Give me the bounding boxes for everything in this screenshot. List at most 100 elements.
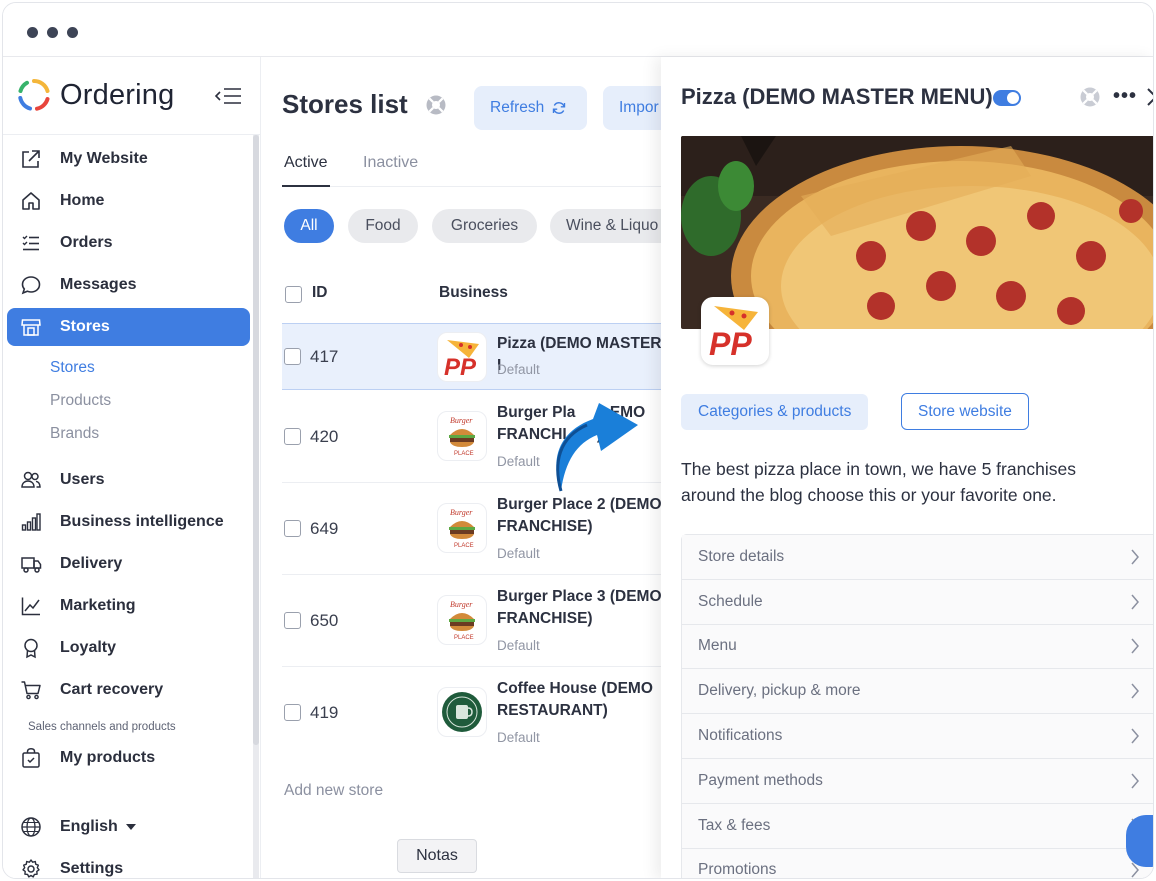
sidebar-subitem-brands[interactable]: Brands xyxy=(50,425,99,443)
sidebar-item-stores[interactable]: Stores xyxy=(7,308,250,346)
app-window: Ordering My Website Home Orders Messages… xyxy=(2,2,1154,879)
sidebar-item-loyalty[interactable]: Loyalty xyxy=(7,629,250,667)
close-chevron-icon[interactable] xyxy=(1146,87,1154,107)
tab-active[interactable]: Active xyxy=(284,154,328,172)
sidebar-item-users[interactable]: Users xyxy=(7,461,250,499)
table-row[interactable]: 649 Burger PLACE Burger Place 2 (DEMO FRA… xyxy=(282,483,662,575)
sidebar-item-label: Home xyxy=(60,192,105,209)
filter-chip-food[interactable]: Food xyxy=(348,209,418,243)
cart-icon xyxy=(19,678,43,702)
window-dot-3[interactable] xyxy=(67,27,78,38)
store-website-button[interactable]: Store website xyxy=(901,393,1029,430)
svg-text:PLACE: PLACE xyxy=(454,635,474,641)
svg-text:PP: PP xyxy=(709,326,752,362)
menu-item-notifications[interactable]: Notifications xyxy=(682,714,1153,759)
table-row[interactable]: 650 Burger PLACE Burger Place 3 (DEMO FRA… xyxy=(282,575,662,667)
pizza-logo-icon: PP xyxy=(437,332,487,382)
row-checkbox[interactable] xyxy=(284,428,301,445)
add-new-store-link[interactable]: Add new store xyxy=(284,782,383,800)
sidebar-item-settings[interactable]: Settings xyxy=(7,850,250,878)
sidebar-item-messages[interactable]: Messages xyxy=(7,266,250,304)
sidebar-item-label: Stores xyxy=(60,318,110,335)
drawer-title: Pizza (DEMO MASTER MENU) xyxy=(681,84,993,109)
menu-item-label: Store details xyxy=(698,547,785,565)
chevron-right-icon xyxy=(1131,728,1139,744)
table-row[interactable]: 417 PP Pizza (DEMO MASTER I Default xyxy=(282,323,662,390)
sidebar-item-business-intelligence[interactable]: Business intelligence xyxy=(7,503,250,541)
select-all-checkbox[interactable] xyxy=(285,286,302,303)
more-options-icon[interactable]: ••• xyxy=(1113,85,1137,108)
menu-item-label: Schedule xyxy=(698,592,763,610)
sidebar-item-my-website[interactable]: My Website xyxy=(7,140,250,178)
burger-logo-icon: Burger PLACE xyxy=(437,595,487,645)
row-checkbox[interactable] xyxy=(284,704,301,721)
menu-item-label: Promotions xyxy=(698,861,777,879)
table-row[interactable]: 419 Coffee House (DEMO RESTAURANT) Defau… xyxy=(282,667,662,759)
globe-icon xyxy=(19,815,43,839)
svg-text:Burger: Burger xyxy=(450,416,473,425)
window-dot-1[interactable] xyxy=(27,27,38,38)
window-dot-2[interactable] xyxy=(47,27,58,38)
sidebar-subitem-products[interactable]: Products xyxy=(50,392,111,410)
filter-chip-groceries[interactable]: Groceries xyxy=(432,209,537,243)
svg-text:PLACE: PLACE xyxy=(454,451,474,457)
sidebar-scrollbar-thumb[interactable] xyxy=(253,135,259,745)
sidebar-item-delivery[interactable]: Delivery xyxy=(7,545,250,583)
sidebar-item-cart-recovery[interactable]: Cart recovery xyxy=(7,671,250,709)
chevron-right-icon xyxy=(1131,683,1139,699)
row-checkbox[interactable] xyxy=(284,348,301,365)
collapse-sidebar-icon[interactable] xyxy=(213,85,243,107)
refresh-button[interactable]: Refresh xyxy=(474,86,587,130)
row-id: 417 xyxy=(310,347,339,366)
bag-icon xyxy=(19,746,43,770)
categories-products-button[interactable]: Categories & products xyxy=(681,394,869,430)
column-header-id: ID xyxy=(312,284,328,301)
menu-item-label: Menu xyxy=(698,637,737,655)
filter-chip-all[interactable]: All xyxy=(284,209,334,243)
menu-item-promotions[interactable]: Promotions xyxy=(682,848,1153,879)
menu-item-tax-fees[interactable]: Tax & fees xyxy=(682,803,1153,849)
menu-item-menu[interactable]: Menu xyxy=(682,624,1153,670)
sidebar-item-my-products[interactable]: My products xyxy=(7,739,250,777)
column-header-business: Business xyxy=(439,284,508,301)
sidebar-item-label: Settings xyxy=(60,860,124,877)
support-chat-button[interactable] xyxy=(1126,815,1153,867)
list-icon xyxy=(19,231,43,255)
menu-item-delivery-pickup[interactable]: Delivery, pickup & more xyxy=(682,669,1153,715)
refresh-icon xyxy=(553,102,566,114)
menu-item-payment-methods[interactable]: Payment methods xyxy=(682,758,1153,804)
caret-down-icon xyxy=(125,824,136,830)
help-lifebuoy-icon[interactable] xyxy=(425,94,447,116)
business-name: Burger Place 2 (DEMO FRANCHISE) xyxy=(497,496,662,535)
sidebar-item-label: Messages xyxy=(60,276,137,293)
sidebar-subitem-stores[interactable]: Stores xyxy=(50,359,95,377)
store-logo-icon: PP xyxy=(701,297,769,365)
brand-logo[interactable]: Ordering xyxy=(17,75,174,115)
store-enabled-toggle[interactable] xyxy=(993,90,1021,106)
menu-item-store-details[interactable]: Store details xyxy=(682,535,1153,580)
chevron-right-icon xyxy=(1131,594,1139,610)
sidebar-item-marketing[interactable]: Marketing xyxy=(7,587,250,625)
language-selector[interactable]: English xyxy=(7,808,250,846)
sidebar-item-orders[interactable]: Orders xyxy=(7,224,250,262)
tab-inactive[interactable]: Inactive xyxy=(363,154,418,172)
business-type: Default xyxy=(497,454,540,469)
menu-item-schedule[interactable]: Schedule xyxy=(682,579,1153,625)
store-detail-drawer: Pizza (DEMO MASTER MENU) ••• PP Categori… xyxy=(661,57,1154,879)
row-checkbox[interactable] xyxy=(284,612,301,629)
business-type: Default xyxy=(497,730,540,745)
menu-item-label: Delivery, pickup & more xyxy=(698,682,861,700)
sidebar-item-label: Users xyxy=(60,471,105,488)
sidebar: Ordering My Website Home Orders Messages… xyxy=(3,57,261,878)
help-lifebuoy-icon[interactable] xyxy=(1079,86,1101,108)
refresh-label: Refresh xyxy=(490,99,545,116)
row-checkbox[interactable] xyxy=(284,520,301,537)
business-type: Default xyxy=(497,638,540,653)
sidebar-item-home[interactable]: Home xyxy=(7,182,250,220)
svg-text:Burger: Burger xyxy=(450,600,473,609)
window-titlebar xyxy=(3,3,1153,57)
business-type: Default xyxy=(497,546,540,561)
sidebar-item-label: Loyalty xyxy=(60,639,117,656)
brand-name: Ordering xyxy=(60,78,175,111)
line-chart-icon xyxy=(19,594,43,618)
